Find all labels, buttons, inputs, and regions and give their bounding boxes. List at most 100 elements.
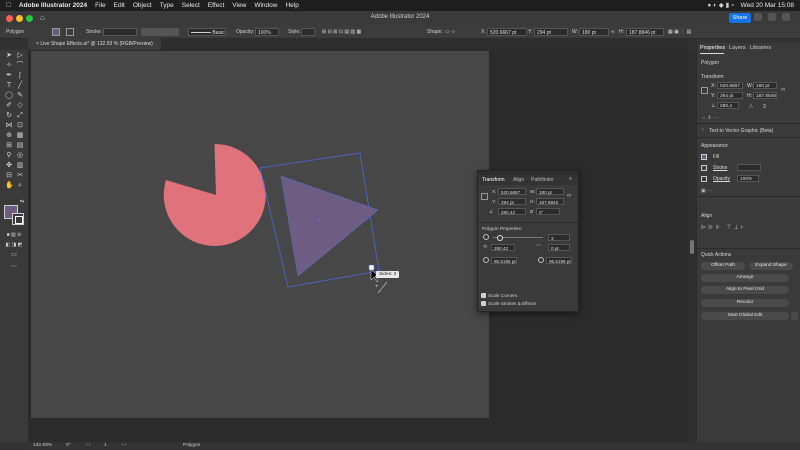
- sides-field[interactable]: 3: [548, 234, 570, 241]
- rp-sides-value[interactable]: 3: [763, 104, 766, 110]
- menu-edit[interactable]: Edit: [114, 2, 125, 9]
- slice-tool-icon[interactable]: ✂: [16, 172, 24, 180]
- align-icons[interactable]: ⊞ ⊟ ⊠ ⊡ ▤ ▥ ▦: [322, 28, 361, 36]
- scale-strokes-checkbox[interactable]: [481, 301, 486, 306]
- perspective-tool-icon[interactable]: ▦: [16, 132, 24, 140]
- stroke-weight-field[interactable]: [103, 28, 137, 36]
- brush-field[interactable]: Basic: [188, 28, 226, 36]
- h-field[interactable]: 187.8846 pt: [626, 28, 664, 36]
- eyedropper-tool-icon[interactable]: ⚲: [5, 152, 13, 160]
- color-mode-icons[interactable]: ■ ▨ ⊘: [3, 231, 25, 239]
- rp-h-field[interactable]: 187.8846: [753, 92, 777, 99]
- lasso-tool-icon[interactable]: ⌒: [16, 62, 24, 70]
- tab-libraries[interactable]: Libraries: [750, 45, 771, 51]
- graph-tool-icon[interactable]: ▥: [16, 162, 24, 170]
- start-global-edit-button[interactable]: Start Global Edit: [701, 312, 789, 320]
- style-field[interactable]: [301, 28, 315, 36]
- zoom-tool-icon[interactable]: ⌕: [16, 182, 24, 190]
- status-icons[interactable]: ● ◐ ◆ ▮ ⌕: [707, 1, 734, 10]
- fp-y-field[interactable]: 294 pt: [498, 198, 526, 205]
- shaper-tool-icon[interactable]: ✐: [5, 102, 13, 110]
- search-icon[interactable]: [782, 13, 790, 21]
- rotation-level[interactable]: 0°: [66, 442, 71, 450]
- symbol-sprayer-tool-icon[interactable]: ✤: [5, 162, 13, 170]
- corner-radius-field[interactable]: 0 pt: [548, 244, 570, 251]
- eraser-tool-icon[interactable]: ◇: [16, 102, 24, 110]
- menu-object[interactable]: Object: [133, 2, 152, 9]
- rotate-tool-icon[interactable]: ↻: [5, 112, 13, 120]
- share-button[interactable]: Share: [729, 13, 751, 23]
- workspace-icon[interactable]: [768, 13, 776, 21]
- selection-tool-icon[interactable]: ➤: [5, 52, 13, 60]
- page-nav-icons[interactable]: ‹ ‹: [86, 442, 91, 450]
- rp-y-field[interactable]: 294 pt: [717, 92, 743, 99]
- corner-type-icon[interactable]: ⌒: [536, 244, 541, 251]
- fp-h-field[interactable]: 187.8846 pt: [536, 198, 564, 212]
- menu-help[interactable]: Help: [285, 2, 298, 9]
- align-buttons[interactable]: ⊫⊪⊩ ⊤⊥⊦: [701, 224, 746, 231]
- tab-layers[interactable]: Layers: [729, 45, 746, 51]
- scroll-thumb[interactable]: [690, 240, 694, 254]
- tab-transform[interactable]: Transform: [482, 177, 505, 183]
- document-tab[interactable]: × Live Shape Effects.ai* @ 132.93 % (RGB…: [28, 38, 161, 50]
- blend-tool-icon[interactable]: ◎: [16, 152, 24, 160]
- offset-path-button[interactable]: Offset Path: [701, 262, 745, 270]
- canvas[interactable]: + Sides: 3: [28, 50, 688, 442]
- appearance-more-icon[interactable]: ▣ ⋯: [701, 188, 712, 194]
- close-tab-icon[interactable]: ×: [36, 41, 39, 47]
- edit-toolbar-icon[interactable]: ⋯: [10, 263, 18, 271]
- rp-reference-point-icon[interactable]: [701, 87, 708, 94]
- x-field[interactable]: 520.6667 pt: [487, 28, 527, 36]
- panel-menu-icon[interactable]: ≡: [569, 176, 572, 182]
- direct-selection-tool-icon[interactable]: ▷: [16, 52, 24, 60]
- pen-tool-icon[interactable]: ✒: [5, 72, 13, 80]
- rp-x-field[interactable]: 520.6667: [717, 82, 743, 89]
- fp-rotation-field[interactable]: 280.42: [491, 244, 515, 251]
- mesh-tool-icon[interactable]: ⊞: [5, 142, 13, 150]
- menu-window[interactable]: Window: [254, 2, 277, 9]
- menu-effect[interactable]: Effect: [208, 2, 225, 9]
- stroke-label-rp[interactable]: Stroke: [713, 165, 727, 171]
- menu-type[interactable]: Type: [160, 2, 174, 9]
- swap-colors-icon[interactable]: ⇆: [18, 198, 26, 206]
- polygon-radius-field[interactable]: 95.5196 pt: [491, 257, 517, 264]
- free-transform-tool-icon[interactable]: ⊡: [16, 122, 24, 130]
- opacity-field[interactable]: 100%: [255, 28, 279, 36]
- expand-shape-button[interactable]: Expand Shape: [749, 262, 793, 270]
- pie-shape[interactable]: [163, 143, 266, 246]
- scale-tool-icon[interactable]: ⤢: [16, 112, 24, 120]
- opacity-label-rp[interactable]: Opacity: [713, 176, 730, 182]
- curvature-tool-icon[interactable]: ∫: [16, 72, 24, 80]
- align-to-pixel-grid-button[interactable]: Align to Pixel Grid: [701, 286, 789, 294]
- corner-handle[interactable]: [368, 264, 375, 271]
- menu-select[interactable]: Select: [182, 2, 200, 9]
- shape-builder-tool-icon[interactable]: ⊕: [5, 132, 13, 140]
- menubar-clock[interactable]: Wed 20 Mar 15:08: [741, 2, 794, 9]
- side-length-field[interactable]: 95.5196 pt: [546, 257, 572, 264]
- global-edit-options-icon[interactable]: [791, 312, 798, 320]
- w-field[interactable]: 180 pt: [579, 28, 609, 36]
- menu-view[interactable]: View: [232, 2, 246, 9]
- vertical-scrollbar[interactable]: [688, 50, 696, 442]
- reference-point-icon[interactable]: [481, 193, 488, 200]
- gradient-tool-icon[interactable]: ▤: [16, 142, 24, 150]
- tab-align[interactable]: Align: [513, 177, 524, 183]
- draw-mode-icons[interactable]: ◧ ◨ ◩: [3, 241, 25, 249]
- fill-swatch-rp[interactable]: [701, 154, 707, 160]
- stroke-swatch-rp[interactable]: [701, 165, 707, 171]
- triangle-polygon[interactable]: [280, 175, 379, 277]
- menu-file[interactable]: File: [95, 2, 105, 9]
- hand-tool-icon[interactable]: ✋: [5, 182, 14, 190]
- type-tool-icon[interactable]: T: [5, 82, 13, 90]
- recolor-button[interactable]: Recolor: [701, 299, 789, 307]
- tab-properties[interactable]: Properties: [700, 45, 725, 51]
- variable-width-field[interactable]: [141, 28, 179, 36]
- magic-wand-tool-icon[interactable]: ✧: [5, 62, 13, 70]
- rp-link-icon[interactable]: ∞: [781, 87, 785, 93]
- rp-flip-icons[interactable]: ⇔ ⇕ ⋯: [701, 115, 718, 121]
- tab-pathfinder[interactable]: Pathfinder: [531, 177, 554, 183]
- page-nav-next-icons[interactable]: › ›: [122, 442, 127, 450]
- stroke-weight-rp[interactable]: [737, 164, 761, 171]
- rp-angle-field[interactable]: 280.4: [717, 102, 739, 109]
- scale-corners-checkbox[interactable]: [481, 293, 486, 298]
